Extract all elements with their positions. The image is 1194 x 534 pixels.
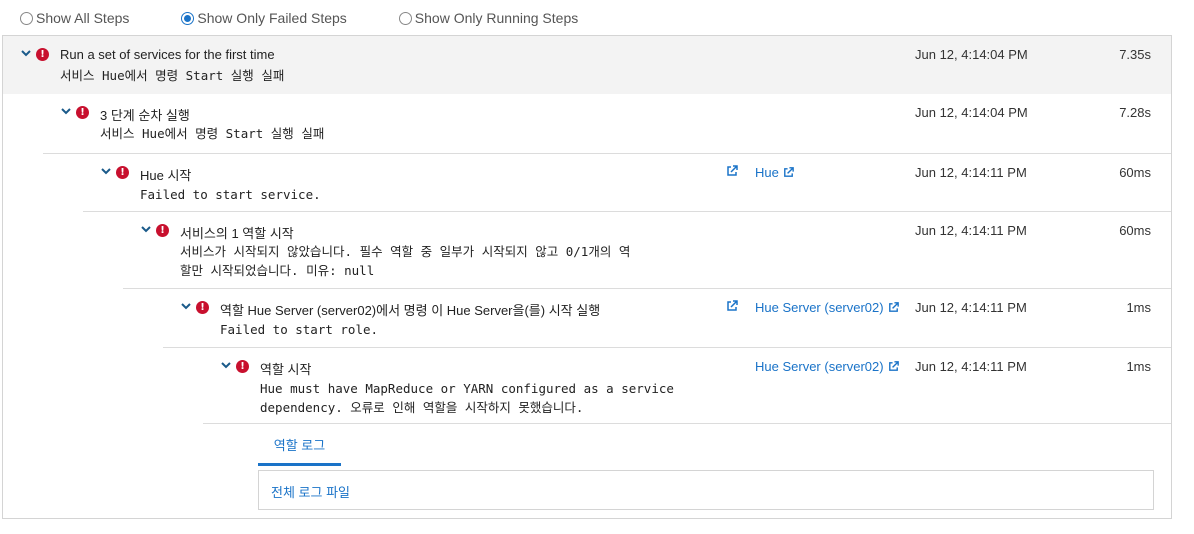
step-message: Hue must have MapReduce or YARN configur… xyxy=(260,381,674,415)
external-link-icon[interactable] xyxy=(725,299,739,313)
step-time: Jun 12, 4:14:11 PM xyxy=(915,165,1027,180)
step-time: Jun 12, 4:14:04 PM xyxy=(915,47,1028,62)
step-time: Jun 12, 4:14:11 PM xyxy=(915,223,1027,238)
step-time: Jun 12, 4:14:11 PM xyxy=(915,359,1027,374)
error-icon: ! xyxy=(76,106,89,119)
error-icon: ! xyxy=(36,48,49,61)
step-duration: 60ms xyxy=(1119,223,1151,238)
step-row: ! 서비스의 1 역할 시작 서비스가 시작되지 않았습니다. 필수 역할 중 … xyxy=(83,211,1171,288)
external-link-icon xyxy=(783,167,794,177)
step-title: 서비스의 1 역할 시작 xyxy=(180,226,294,241)
chevron-down-icon[interactable] xyxy=(61,106,71,116)
external-link-icon[interactable] xyxy=(725,164,739,178)
chevron-down-icon[interactable] xyxy=(21,48,31,58)
step-message: 서비스 Hue에서 명령 Start 실행 실패 xyxy=(60,68,285,83)
filter-show-failed[interactable]: Show Only Failed Steps xyxy=(181,10,347,26)
step-duration: 60ms xyxy=(1119,165,1151,180)
chevron-down-icon[interactable] xyxy=(101,166,111,176)
external-link-icon xyxy=(888,361,899,371)
step-filter-group: Show All Steps Show Only Failed Steps Sh… xyxy=(20,8,578,28)
radio-icon[interactable] xyxy=(398,11,412,25)
filter-show-running[interactable]: Show Only Running Steps xyxy=(398,10,579,26)
step-title: 역할 Hue Server (server02)에서 명령 이 Hue Serv… xyxy=(220,303,601,318)
step-duration: 7.35s xyxy=(1119,47,1151,62)
step-duration: 7.28s xyxy=(1119,105,1151,120)
step-duration: 1ms xyxy=(1126,359,1151,374)
step-message: 서비스 Hue에서 명령 Start 실행 실패 xyxy=(100,126,325,141)
radio-checked-icon[interactable] xyxy=(181,11,195,25)
step-title: Hue 시작 xyxy=(140,168,192,183)
filter-label: Show Only Running Steps xyxy=(414,10,579,26)
chevron-down-icon[interactable] xyxy=(181,301,191,311)
error-icon: ! xyxy=(196,301,209,314)
link-label: Hue Server (server02) xyxy=(755,300,884,315)
step-title: Run a set of services for the first time xyxy=(60,47,275,62)
filter-show-all[interactable]: Show All Steps xyxy=(20,10,129,26)
link-label: Hue Server (server02) xyxy=(755,359,884,374)
step-title: 역할 시작 xyxy=(260,362,312,377)
error-icon: ! xyxy=(236,360,249,373)
role-link[interactable]: Hue Server (server02) xyxy=(755,300,900,315)
full-log-file-link[interactable]: 전체 로그 파일 xyxy=(271,482,350,501)
step-title: 3 단계 순차 실행 xyxy=(100,108,190,123)
steps-panel: ! Run a set of services for the first ti… xyxy=(2,35,1172,519)
step-time: Jun 12, 4:14:04 PM xyxy=(915,105,1028,120)
step-row: ! 역할 Hue Server (server02)에서 명령 이 Hue Se… xyxy=(123,288,1171,347)
step-message: 서비스가 시작되지 않았습니다. 필수 역할 중 일부가 시작되지 않고 0/1… xyxy=(180,244,631,278)
radio-icon[interactable] xyxy=(20,11,33,25)
step-duration: 1ms xyxy=(1126,300,1151,315)
external-link-icon xyxy=(888,302,899,312)
tab-role-log[interactable]: 역할 로그 xyxy=(258,431,341,466)
step-row: ! 3 단계 순차 실행 서비스 Hue에서 명령 Start 실행 실패 Ju… xyxy=(3,94,1171,153)
step-time: Jun 12, 4:14:11 PM xyxy=(915,300,1027,315)
filter-label: Show All Steps xyxy=(36,10,130,26)
divider xyxy=(203,423,1171,424)
filter-label: Show Only Failed Steps xyxy=(197,10,347,26)
chevron-down-icon[interactable] xyxy=(141,224,151,234)
chevron-down-icon[interactable] xyxy=(221,360,231,370)
log-panel: 전체 로그 파일 xyxy=(258,470,1154,510)
role-link[interactable]: Hue Server (server02) xyxy=(755,359,900,374)
step-message: Failed to start service. xyxy=(140,187,321,202)
step-row: ! Hue 시작 Failed to start service. Hue Ju… xyxy=(43,153,1171,211)
error-icon: ! xyxy=(156,224,169,237)
service-link[interactable]: Hue xyxy=(755,165,795,180)
step-message: Failed to start role. xyxy=(220,322,379,337)
link-label: Hue xyxy=(755,165,779,180)
error-icon: ! xyxy=(116,166,129,179)
step-row: ! Run a set of services for the first ti… xyxy=(3,36,1171,94)
